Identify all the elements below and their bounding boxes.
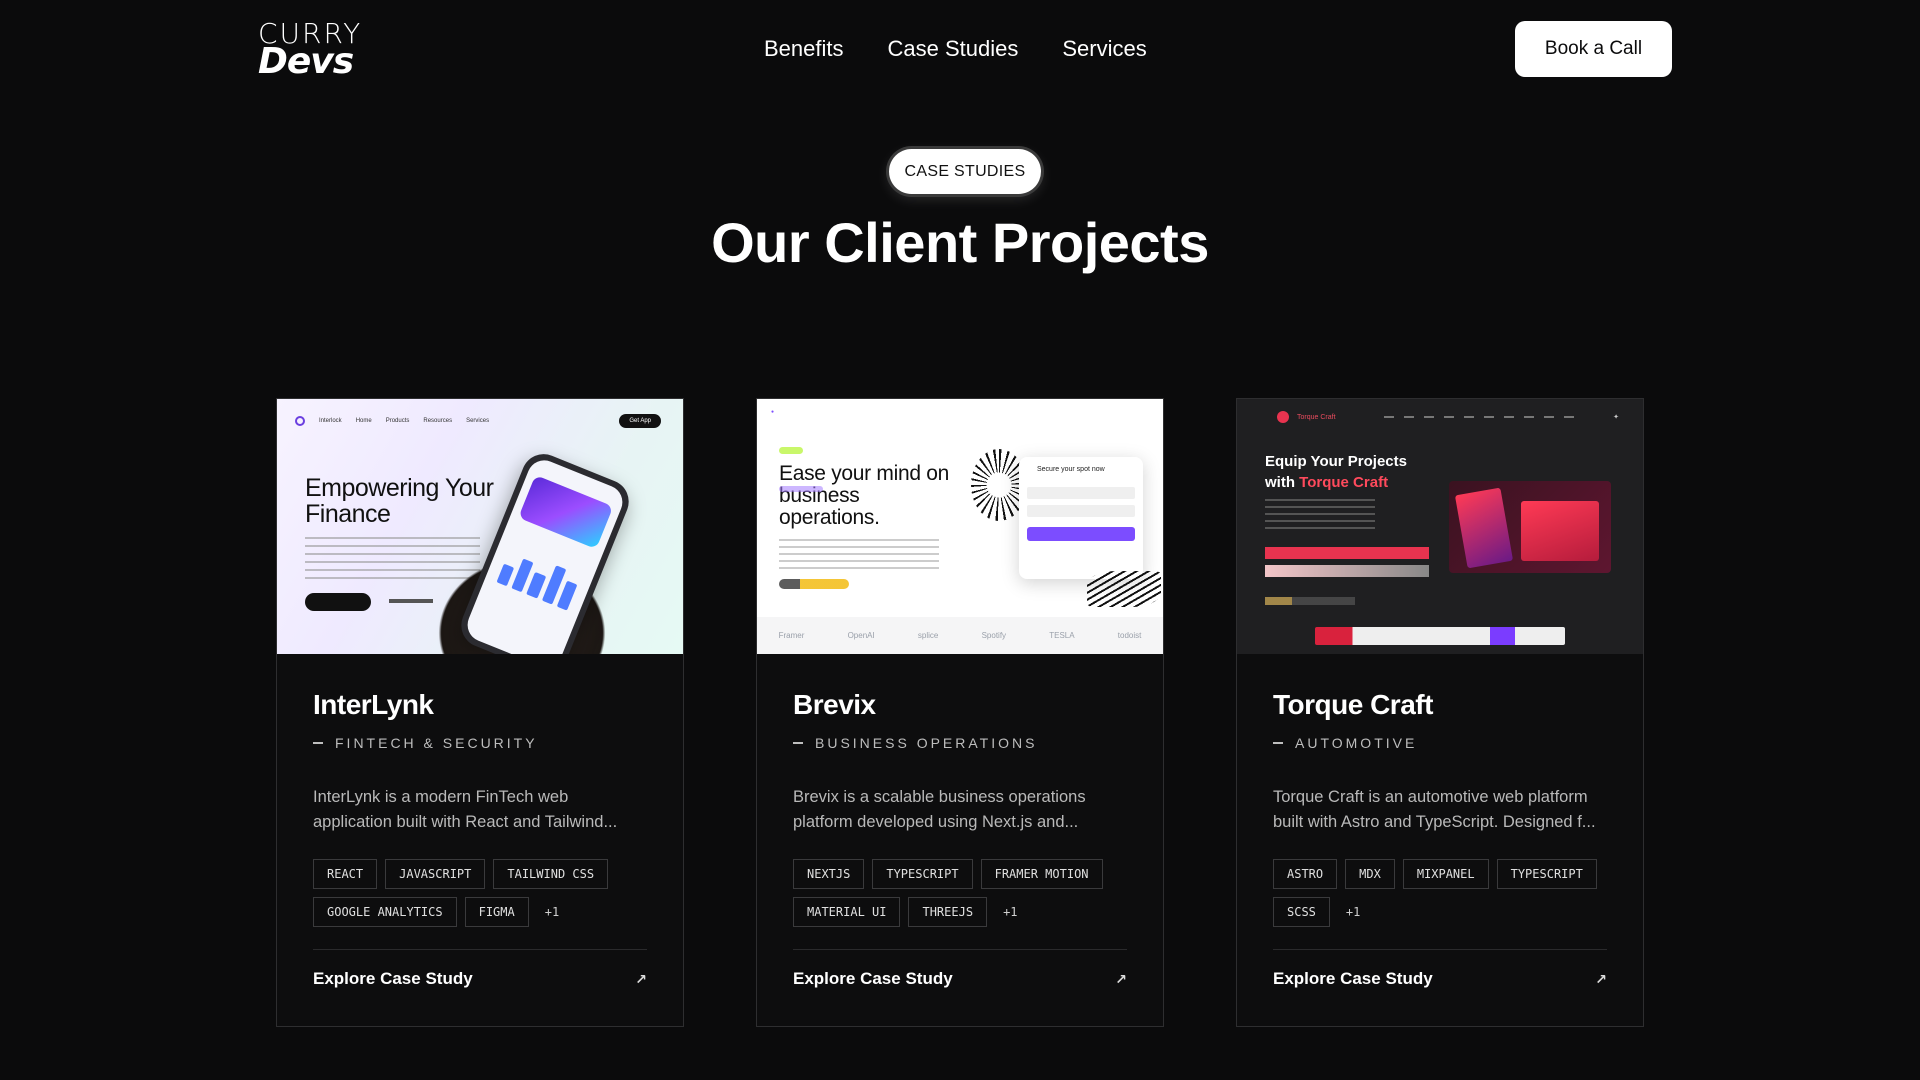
preview-logo: splice (917, 631, 939, 640)
project-category: BUSINESS OPERATIONS (793, 735, 1127, 751)
preview-nav-item: Products (385, 418, 410, 424)
project-preview-image: ● Ease your mind on business operations.… (757, 399, 1163, 654)
project-category: AUTOMOTIVE (1273, 735, 1607, 751)
preview-form-title: Secure your spot now (1037, 466, 1105, 473)
tech-tags: REACT JAVASCRIPT TAILWIND CSS GOOGLE ANA… (313, 859, 653, 927)
sparkle-icon: ✦ (1613, 414, 1619, 421)
project-preview-image: Interlock Home Products Resources Servic… (277, 399, 683, 654)
preview-brand: Interlock (319, 418, 342, 424)
preview-nav-item: Home (355, 418, 372, 424)
tech-tag: NEXTJS (793, 859, 865, 889)
card-divider (313, 949, 647, 950)
section-pill: CASE STUDIES (889, 149, 1041, 194)
tech-tags: NEXTJS TYPESCRIPT FRAMER MOTION MATERIAL… (793, 859, 1133, 927)
tech-tag: FIGMA (464, 897, 529, 927)
brand-logo[interactable]: CURRY Devs (258, 20, 376, 82)
nav-link-benefits[interactable]: Benefits (764, 36, 844, 62)
preview-highlight (779, 486, 823, 492)
project-card-torque-craft[interactable]: Torque Craft ✦ Equip Your Projects with … (1236, 398, 1644, 1027)
preview-avatars (779, 579, 849, 589)
preview-navbar: Torque Craft ✦ (1277, 409, 1619, 425)
nav-link-case-studies[interactable]: Case Studies (888, 36, 1019, 62)
tech-tag: GOOGLE ANALYTICS (313, 897, 457, 927)
preview-logo-strip: Framer OpenAI splice Spotify TESLA todoi… (757, 617, 1163, 654)
main-nav: Benefits Case Studies Services (764, 36, 1147, 62)
tech-tag: TYPESCRIPT (872, 859, 973, 889)
project-name: InterLynk (313, 689, 434, 720)
project-name: Torque Craft (1273, 689, 1433, 720)
tech-tags: ASTRO MDX MIXPANEL TYPESCRIPT SCSS +1 (1273, 859, 1613, 927)
preview-scribble-graphic (1087, 571, 1161, 607)
preview-button-primary (1265, 547, 1429, 559)
explore-case-study-label: Explore Case Study (313, 969, 473, 988)
preview-logo: OpenAI (847, 631, 875, 640)
more-tags-count: +1 (1345, 905, 1361, 919)
preview-nav-item: Resources (423, 418, 453, 424)
project-description: Torque Craft is an automotive web platfo… (1273, 788, 1596, 831)
project-description: Brevix is a scalable business operations… (793, 788, 1086, 831)
preview-navbar: Interlock Home Products Resources Servic… (295, 413, 661, 429)
preview-headline: Equip Your Projects with Torque Craft (1265, 453, 1407, 491)
tech-tag: ASTRO (1273, 859, 1338, 889)
preview-button-secondary (1265, 565, 1429, 577)
nav-link-services[interactable]: Services (1062, 36, 1146, 62)
arrow-up-right-icon: ↗ (1115, 970, 1127, 987)
preview-logo: Spotify (981, 631, 1007, 640)
tech-tag: JAVASCRIPT (385, 859, 486, 889)
preview-paragraph (779, 539, 939, 571)
arrow-up-right-icon: ↗ (1595, 970, 1607, 987)
preview-logo-icon (295, 416, 305, 426)
card-divider (793, 949, 1127, 950)
project-name: Brevix (793, 689, 876, 720)
tech-tag: MIXPANEL (1402, 859, 1489, 889)
explore-case-study-link[interactable]: Explore Case Study ↗ (1273, 969, 1607, 989)
preview-logo: TESLA (1049, 631, 1075, 640)
more-tags-count: +1 (544, 905, 560, 919)
tech-tag: FRAMER MOTION (980, 859, 1103, 889)
tech-tag: MATERIAL UI (793, 897, 901, 927)
explore-case-study-label: Explore Case Study (793, 969, 953, 988)
preview-product-box (1521, 501, 1599, 561)
card-divider (1273, 949, 1607, 950)
project-card-interlynk[interactable]: Interlock Home Products Resources Servic… (276, 398, 684, 1027)
book-a-call-button[interactable]: Book a Call (1515, 21, 1672, 77)
preview-button (305, 593, 371, 611)
tech-tag: MDX (1345, 859, 1395, 889)
preview-rating (1265, 597, 1355, 605)
tech-tag: TAILWIND CSS (493, 859, 609, 889)
preview-navbar: ● (771, 409, 775, 415)
explore-case-study-link[interactable]: Explore Case Study ↗ (793, 969, 1127, 989)
preview-get-app-button: Get App (619, 414, 661, 428)
brand-logo-line2: Devs (258, 41, 354, 82)
project-category: FINTECH & SECURITY (313, 735, 647, 751)
preview-nav-item: Services (466, 418, 490, 424)
preview-signup-form: Secure your spot now (1019, 457, 1143, 579)
preview-logo: todoist (1117, 631, 1142, 640)
explore-case-study-label: Explore Case Study (1273, 969, 1433, 988)
tech-tag: THREEJS (908, 897, 988, 927)
tech-tag: REACT (313, 859, 378, 889)
preview-badge (779, 447, 803, 454)
arrow-up-right-icon: ↗ (635, 970, 647, 987)
preview-headline: Empowering Your Finance (305, 474, 494, 528)
preview-brand-strip (1315, 627, 1565, 645)
preview-brand: Torque Craft (1297, 413, 1336, 421)
page-title: Our Client Projects (711, 211, 1209, 274)
explore-case-study-link[interactable]: Explore Case Study ↗ (313, 969, 647, 989)
tech-tag: SCSS (1273, 897, 1330, 927)
preview-paragraph (1265, 499, 1375, 529)
more-tags-count: +1 (1003, 905, 1018, 919)
preview-logo: Framer (778, 631, 805, 640)
tech-tag: TYPESCRIPT (1496, 859, 1597, 889)
project-preview-image: Torque Craft ✦ Equip Your Projects with … (1237, 399, 1643, 654)
preview-logo-icon (1277, 411, 1289, 423)
project-card-brevix[interactable]: ● Ease your mind on business operations.… (756, 398, 1164, 1027)
project-description: InterLynk is a modern FinTech web applic… (313, 788, 618, 831)
preview-headline: Ease your mind on business operations. (779, 462, 949, 529)
